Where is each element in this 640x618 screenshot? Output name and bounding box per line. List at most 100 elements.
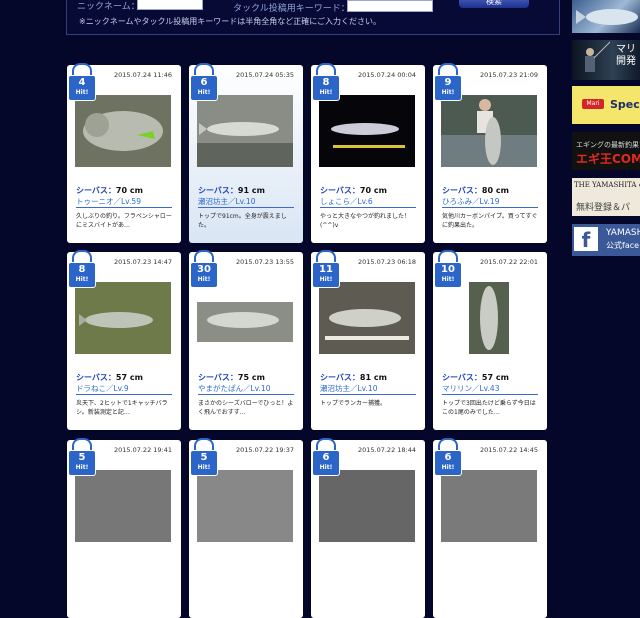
hit-badge[interactable]: 30 Hit! — [190, 250, 218, 288]
banner-facebook[interactable]: f YAMASH 公式face — [572, 224, 640, 256]
catch-date: 2015.07.24 05:35 — [235, 71, 294, 79]
catch-date: 2015.07.23 21:09 — [479, 71, 538, 79]
hit-badge[interactable]: 6 Hit! — [434, 438, 462, 476]
catch-comment: トップで91cm。全身が震えました。 — [198, 213, 287, 229]
catch-photo[interactable] — [75, 470, 171, 542]
divider — [198, 207, 294, 208]
catch-photo[interactable] — [441, 95, 537, 167]
catch-date: 2015.07.24 00:04 — [357, 71, 416, 79]
catch-title: シーバス：70 cm — [76, 186, 143, 195]
user-link[interactable]: しょこら／Lv.6 — [320, 196, 373, 207]
divider — [320, 394, 416, 395]
catch-date: 2015.07.22 22:01 — [479, 258, 538, 266]
divider — [442, 207, 538, 208]
catch-date: 2015.07.22 14:45 — [479, 446, 538, 454]
search-panel: ニックネーム： タックル投稿用キーワード： 検索 ※ニックネームやタックル投稿用… — [66, 0, 560, 35]
catch-date: 2015.07.23 14:47 — [113, 258, 172, 266]
catch-photo[interactable] — [197, 282, 293, 354]
hit-badge[interactable]: 11 Hit! — [312, 250, 340, 288]
user-link[interactable]: やまがたぱん／Lv.10 — [198, 383, 270, 394]
banner-fish-photo[interactable] — [572, 0, 640, 33]
hit-badge[interactable]: 4 Hit! — [68, 63, 96, 101]
catch-photo[interactable] — [197, 95, 293, 167]
catch-date: 2015.07.23 06:18 — [357, 258, 416, 266]
catch-title: シーバス：91 cm — [198, 186, 265, 195]
hit-badge[interactable]: 6 Hit! — [190, 63, 218, 101]
hit-badge[interactable]: 8 Hit! — [68, 250, 96, 288]
nickname-label: ニックネーム： — [77, 2, 140, 12]
search-note: ※ニックネームやタックル投稿用キーワードは半角全角など正確にご入力ください。 — [79, 17, 382, 26]
keyword-input[interactable] — [347, 0, 433, 12]
catch-comment: トップで3回出たけど乗らず今日はこの1尾のみでした… — [442, 400, 536, 416]
hit-badge[interactable]: 8 Hit! — [312, 63, 340, 101]
catch-title: シーバス：75 cm — [198, 373, 265, 382]
hit-badge[interactable]: 6 Hit! — [312, 438, 340, 476]
catch-size: 91 cm — [237, 186, 265, 195]
catch-date: 2015.07.22 19:41 — [113, 446, 172, 454]
user-link[interactable]: マリリン／Lv.43 — [442, 383, 499, 394]
catch-comment: 久しぶりの釣り。フラペンシャローにミスバイトがあ… — [76, 213, 172, 229]
catch-title: シーバス：80 cm — [442, 186, 509, 195]
nickname-input[interactable] — [137, 0, 203, 10]
catch-photo[interactable] — [319, 282, 415, 354]
banner-egi-sub: エギングの最新釣果マ — [576, 141, 640, 149]
catch-date: 2015.07.22 19:37 — [235, 446, 294, 454]
hit-badge[interactable]: 10 Hit! — [434, 250, 462, 288]
user-link[interactable]: 瀬沼坊主／Lv.10 — [320, 383, 377, 394]
catch-photo[interactable] — [319, 470, 415, 542]
banner-egi-title: エギ王COM — [576, 152, 640, 166]
catch-title: シーバス：81 cm — [320, 373, 387, 382]
banner-facebook-sub: 公式face — [606, 241, 640, 250]
catch-size: 75 cm — [237, 373, 265, 382]
divider — [198, 394, 294, 395]
catch-size: 70 cm — [115, 186, 143, 195]
catch-comment: やっと大きなやつが釣れました！(^^)v — [320, 213, 411, 229]
catch-comment: 炎天下、2ヒットで1キャッチバラシ。新装測定と記… — [76, 400, 168, 416]
divider — [442, 394, 538, 395]
catch-size: 80 cm — [481, 186, 509, 195]
catch-title: シーバス：57 cm — [76, 373, 143, 382]
catch-size: 57 cm — [115, 373, 143, 382]
catch-comment: まさかのシーズバローでひっと！よく飛んでおすす… — [198, 400, 294, 416]
catch-photo[interactable] — [75, 95, 171, 167]
catch-date: 2015.07.24 11:46 — [113, 71, 172, 79]
search-button[interactable]: 検索 — [459, 0, 529, 8]
banner-maria-text: マリ 開発 — [616, 44, 636, 67]
catch-photo[interactable] — [441, 470, 537, 542]
hit-badge[interactable]: 5 Hit! — [68, 438, 96, 476]
banner-maria-spec[interactable]: Mari Spec — [572, 86, 640, 124]
banner-yamashita-title: THE YAMASHITA & — [574, 181, 640, 189]
catch-size: 57 cm — [481, 373, 509, 382]
catch-size: 70 cm — [359, 186, 387, 195]
catch-photo[interactable] — [75, 282, 171, 354]
user-link[interactable]: ひろふみ／Lv.19 — [442, 196, 499, 207]
maria-logo: Mari — [582, 99, 604, 109]
banner-facebook-title: YAMASH — [606, 228, 640, 238]
user-link[interactable]: トゥーニオ／Lv.59 — [76, 196, 141, 207]
banner-egi-ou[interactable]: エギングの最新釣果マ エギ王COM — [572, 132, 640, 170]
banner-yamashita-club[interactable]: THE YAMASHITA & 無料登録＆パ — [572, 178, 640, 216]
catch-size: 81 cm — [359, 373, 387, 382]
keyword-label: タックル投稿用キーワード： — [233, 4, 350, 14]
angler-image — [585, 41, 611, 72]
catch-date: 2015.07.23 13:55 — [235, 258, 294, 266]
banner-maria[interactable]: マリ 開発 — [572, 40, 640, 80]
user-link[interactable]: ドラねこ／Lv.9 — [76, 383, 129, 394]
catch-title: シーバス：70 cm — [320, 186, 387, 195]
fish-banner-image — [576, 9, 638, 25]
divider — [320, 207, 416, 208]
hit-badge[interactable]: 9 Hit! — [434, 63, 462, 101]
catch-photo[interactable] — [197, 470, 293, 542]
catch-photo[interactable] — [319, 95, 415, 167]
catch-date: 2015.07.22 18:44 — [357, 446, 416, 454]
catch-photo[interactable] — [441, 282, 537, 354]
banner-spec-text: Spec — [610, 98, 640, 111]
user-link[interactable]: 瀬沼坊主／Lv.10 — [198, 196, 255, 207]
catch-title: シーバス：57 cm — [442, 373, 509, 382]
divider — [76, 207, 172, 208]
catch-comment: トップでランカー捕獲。 — [320, 400, 387, 407]
facebook-icon: f — [574, 227, 598, 252]
banner-yamashita-sub: 無料登録＆パ — [576, 203, 631, 213]
catch-comment: 気他川カーボンパイプ。買ってすぐに釣果出た。 — [442, 213, 538, 229]
hit-badge[interactable]: 5 Hit! — [190, 438, 218, 476]
